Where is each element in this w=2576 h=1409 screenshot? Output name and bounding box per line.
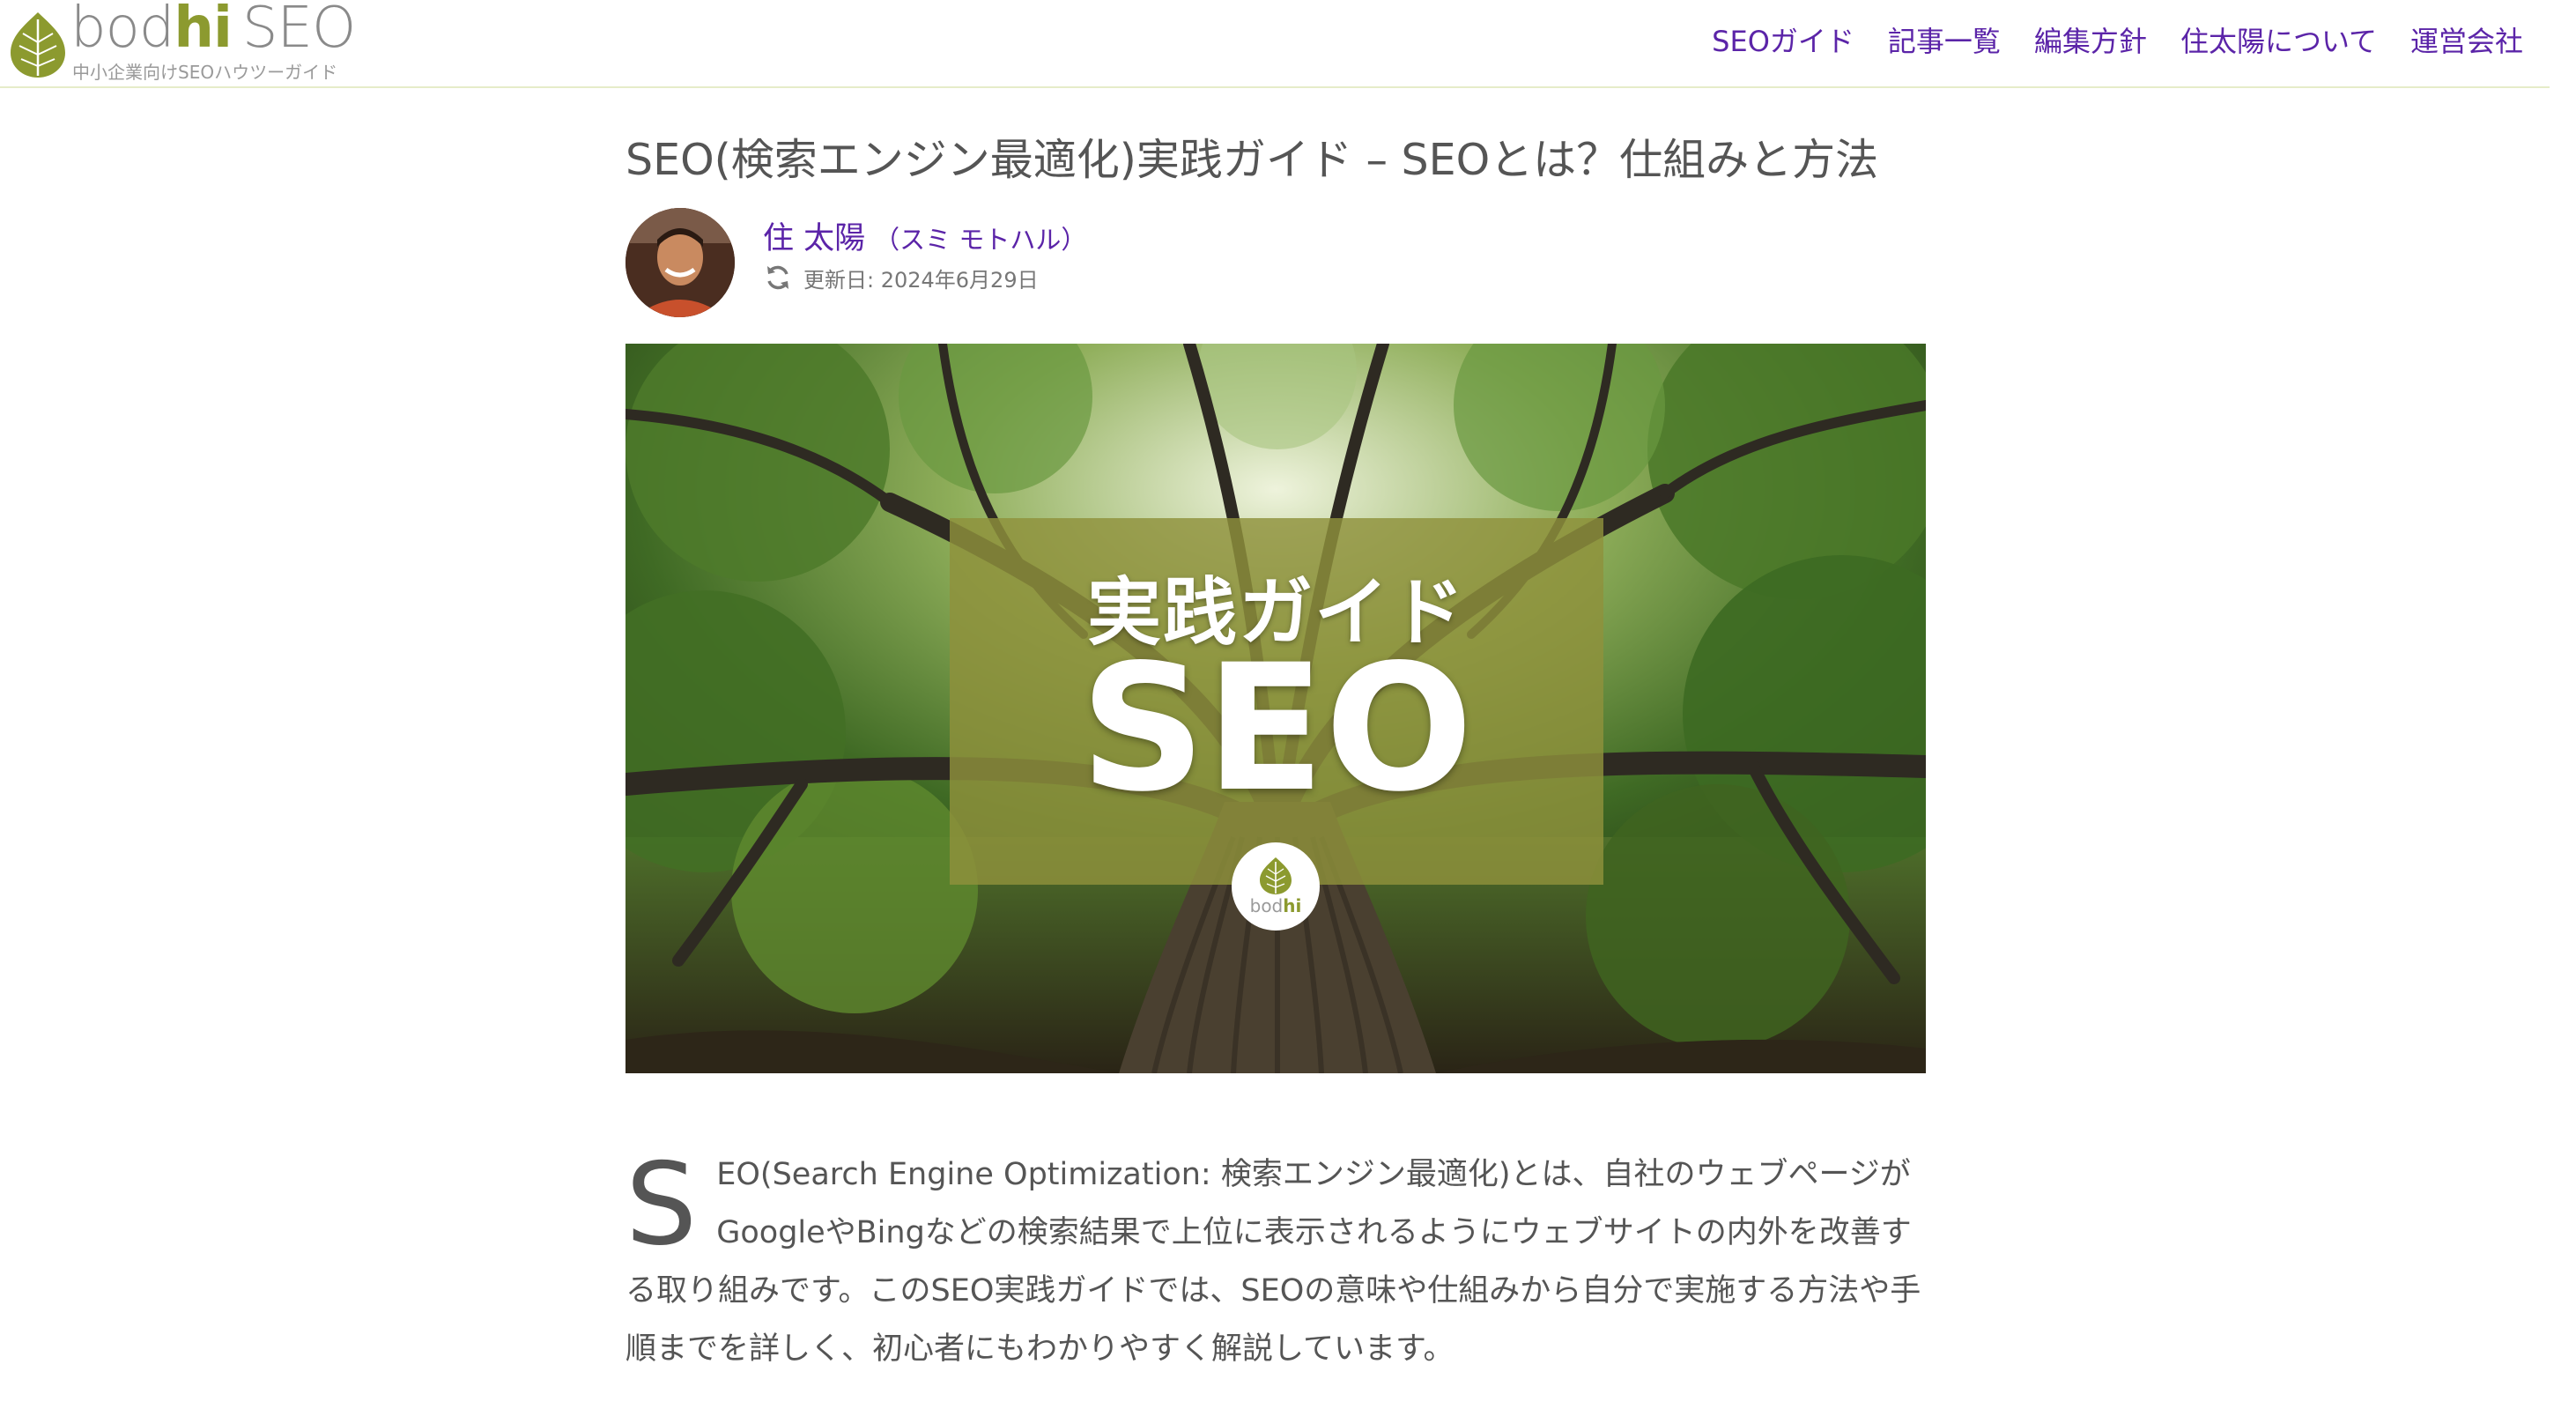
author-avatar[interactable]: [625, 207, 735, 317]
updated-date: 更新日: 2024年6月29日: [763, 263, 1039, 293]
author-name-link[interactable]: 住 太陽 （スミ モトハル）: [763, 213, 1086, 258]
hero-badge-wordmark: bodhi: [1249, 894, 1302, 916]
intro-dropcap: S: [625, 1138, 698, 1271]
nav-company[interactable]: 運営会社: [2410, 19, 2523, 60]
article: SEO(検索エンジン最適化)実践ガイド – SEOとは？仕組みと方法 住 太陽（…: [625, 88, 1926, 1409]
hero-image: 実践ガイド SEO bodhi: [625, 343, 1926, 1073]
site-header: bodhi SEO 中小企業向けSEOハウツーガイド SEOガイド 記事一覧 編集…: [0, 0, 2550, 88]
main-nav: SEOガイド 記事一覧 編集方針 住太陽について 運営会社: [1712, 19, 2523, 60]
hero-title: SEO: [1079, 626, 1474, 830]
page-title: SEO(検索エンジン最適化)実践ガイド – SEOとは？仕組みと方法: [625, 135, 1879, 185]
intro-paragraph: S EO(Search Engine Optimization: 検索エンジン最適…: [625, 1146, 1926, 1378]
nav-seo-guide[interactable]: SEOガイド: [1712, 19, 1854, 60]
author-photo-icon: [625, 207, 735, 317]
author-byline: 住 太陽 （スミ モトハル） 更新日: 2024年6月29日: [625, 207, 1926, 317]
nav-article-list[interactable]: 記事一覧: [1888, 19, 2001, 60]
hero-title-panel: 実践ガイド SEO: [950, 517, 1603, 885]
logo-wordmark: bodhi SEO: [70, 0, 356, 61]
leaf-logo-icon: [1260, 857, 1292, 894]
refresh-icon: [767, 265, 788, 290]
nav-editorial-policy[interactable]: 編集方針: [2034, 19, 2147, 60]
intro-text: EO(Search Engine Optimization: 検索エンジン最適化…: [625, 1156, 1921, 1367]
logo-tagline: 中小企業向けSEOハウツーガイド: [72, 62, 338, 83]
hero-badge: bodhi: [1232, 842, 1320, 931]
site-logo[interactable]: bodhi SEO 中小企業向けSEOハウツーガイド: [7, 0, 359, 83]
updated-date-text: 更新日: 2024年6月29日: [803, 267, 1039, 293]
leaf-logo-icon: [11, 12, 65, 78]
nav-about-author[interactable]: 住太陽について: [2180, 19, 2377, 60]
